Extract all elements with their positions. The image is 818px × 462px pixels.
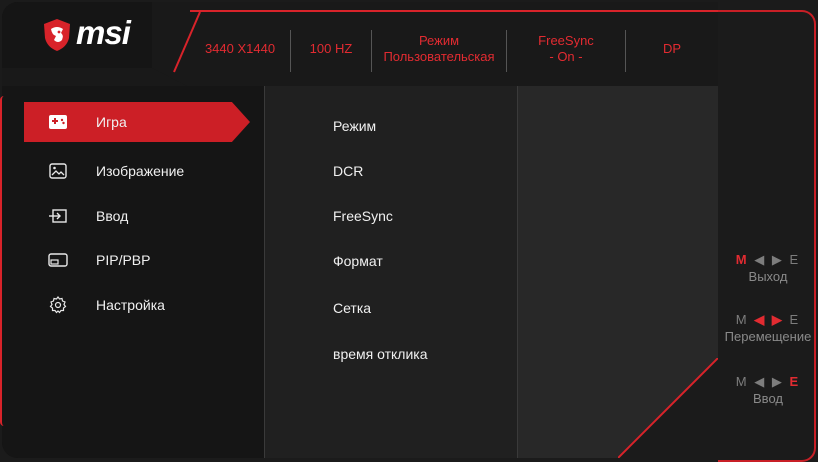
- hint-navigate: M ◀ ▶ E Перемещение: [718, 312, 818, 344]
- status-mode-title: Режим: [418, 33, 460, 48]
- hint-caption: Ввод: [753, 391, 783, 406]
- hint-exit: M ◀ ▶ E Выход: [718, 252, 818, 284]
- gamepad-icon: [46, 110, 70, 134]
- key-m: M: [735, 374, 749, 389]
- msi-logo: msi: [42, 14, 162, 54]
- hint-keys: M ◀ ▶ E: [718, 374, 818, 390]
- image-icon: [46, 159, 70, 183]
- key-e: E: [789, 252, 801, 267]
- submenu-panel: Режим DCR FreeSync Формат Сетка время от…: [264, 86, 517, 458]
- key-e: E: [789, 374, 801, 389]
- left-edge-accent: [0, 96, 10, 426]
- hint-enter: M ◀ ▶ E Ввод: [718, 374, 818, 406]
- key-left: ◀: [754, 374, 767, 389]
- submenu-item-response-time[interactable]: время отклика: [333, 346, 428, 362]
- logo-wordmark: msi: [76, 14, 131, 51]
- hint-caption: Выход: [748, 269, 788, 284]
- key-right: ▶: [771, 312, 784, 327]
- hint-keys: M ◀ ▶ E: [718, 312, 818, 328]
- hint-panel: M ◀ ▶ E Выход M ◀ ▶ E Перемещение M ◀ ▶ …: [718, 10, 816, 460]
- pip-icon: [46, 248, 70, 272]
- submenu-item-dcr[interactable]: DCR: [333, 163, 363, 179]
- submenu-item-freesync[interactable]: FreeSync: [333, 208, 393, 224]
- submenu-item-grid[interactable]: Сетка: [333, 300, 371, 316]
- status-freesync-value: - On -: [549, 49, 583, 64]
- key-right: ▶: [771, 374, 784, 389]
- input-source-icon: [46, 204, 70, 228]
- hint-caption: Перемещение: [724, 329, 812, 344]
- hint-keys: M ◀ ▶ E: [718, 252, 818, 268]
- status-mode-value: Пользовательская: [383, 49, 495, 64]
- corner-accent: [618, 358, 718, 458]
- status-resolution: 3440 X1440: [190, 28, 290, 70]
- status-input-text: DP: [662, 41, 682, 56]
- menu-item-input[interactable]: Ввод: [24, 196, 250, 236]
- status-resolution-text: 3440 X1440: [204, 41, 276, 56]
- key-right: ▶: [771, 252, 784, 267]
- menu-item-pip-pbp[interactable]: PIP/PBP: [24, 240, 250, 280]
- menu-item-game[interactable]: Игра: [24, 102, 250, 142]
- key-left: ◀: [754, 252, 767, 267]
- key-m: M: [735, 312, 749, 327]
- submenu-item-mode[interactable]: Режим: [333, 118, 376, 134]
- menu-item-label: Игра: [96, 114, 127, 130]
- settings-gear-icon: [46, 293, 70, 317]
- status-refresh: 100 HZ: [291, 28, 371, 70]
- key-m: M: [735, 252, 749, 267]
- menu-item-label: PIP/PBP: [96, 252, 151, 268]
- osd-header: msi 3440 X1440 100 HZ Режим Пользователь…: [2, 2, 718, 86]
- main-menu: Игра Изображение Ввод PIP/PBP Настройка: [2, 86, 264, 458]
- status-freesync-title: FreeSync: [538, 33, 594, 48]
- menu-item-label: Изображение: [96, 163, 185, 179]
- status-freesync: FreeSync - On -: [507, 28, 625, 70]
- status-refresh-text: 100 HZ: [309, 41, 353, 56]
- status-mode: Режим Пользовательская: [372, 28, 506, 70]
- status-input: DP: [626, 28, 718, 70]
- menu-item-settings[interactable]: Настройка: [24, 285, 250, 325]
- menu-item-label: Ввод: [96, 208, 129, 224]
- key-e: E: [789, 312, 801, 327]
- osd-window: msi 3440 X1440 100 HZ Режим Пользователь…: [2, 2, 718, 458]
- status-bar: 3440 X1440 100 HZ Режим Пользовательская…: [190, 10, 718, 82]
- menu-item-image[interactable]: Изображение: [24, 151, 250, 191]
- menu-item-label: Настройка: [96, 297, 165, 313]
- msi-dragon-shield-icon: [44, 19, 70, 51]
- key-left: ◀: [754, 312, 767, 327]
- submenu-item-aspect[interactable]: Формат: [333, 253, 383, 269]
